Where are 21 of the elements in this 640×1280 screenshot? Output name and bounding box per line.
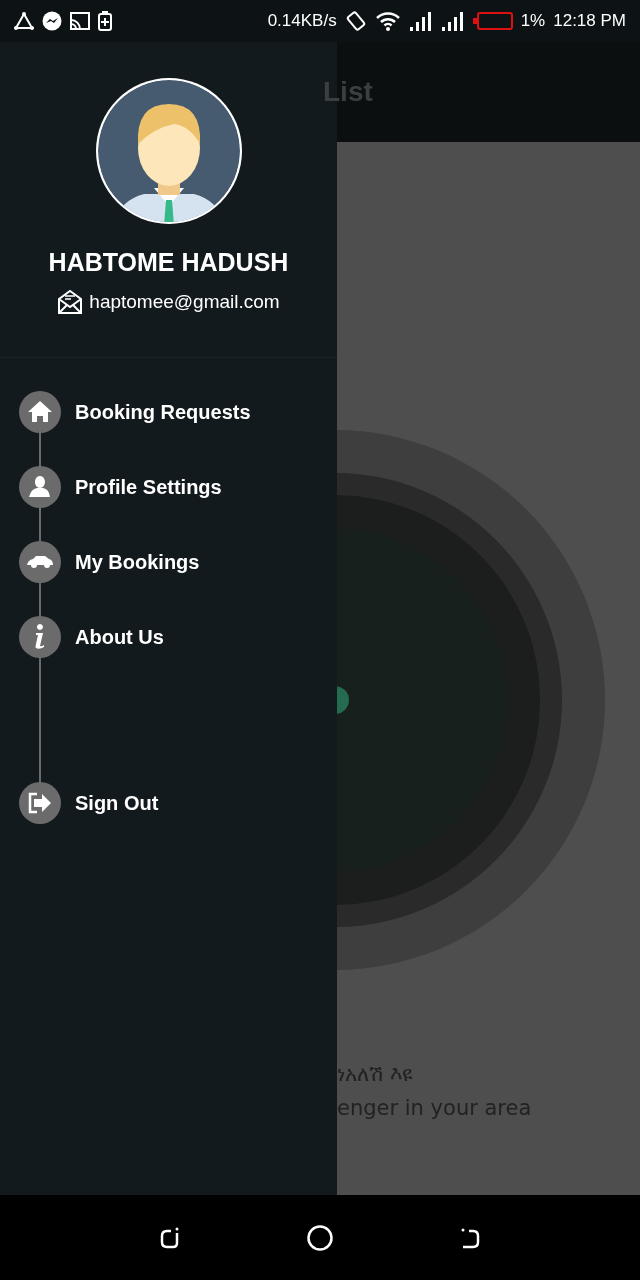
rotation-icon (344, 10, 367, 32)
battery-percent: 1% (520, 11, 546, 31)
menu-item[interactable]: About Us (19, 616, 164, 658)
network-speed: 0.14KB/s (267, 11, 337, 31)
home-icon[interactable] (306, 1223, 334, 1252)
mail-icon (57, 289, 84, 315)
signal-icon (408, 11, 433, 31)
clock: 12:18 PM (553, 11, 626, 31)
wifi-icon (374, 11, 401, 31)
user-name: HABTOME HADUSH (48, 248, 289, 277)
menu-item[interactable]: Sign Out (19, 782, 159, 824)
menu-item[interactable]: My Bookings (19, 541, 200, 583)
signal-icon (440, 11, 465, 31)
triangle-icon (14, 12, 34, 30)
battery-charging-icon (98, 11, 112, 31)
cast-icon (70, 12, 90, 30)
menu-item[interactable]: Profile Settings (19, 466, 222, 508)
battery-icon (472, 12, 513, 30)
messenger-icon (42, 11, 62, 31)
menu-item[interactable]: Booking Requests (19, 391, 251, 433)
user-email: haptomee@gmail.com (89, 291, 280, 313)
